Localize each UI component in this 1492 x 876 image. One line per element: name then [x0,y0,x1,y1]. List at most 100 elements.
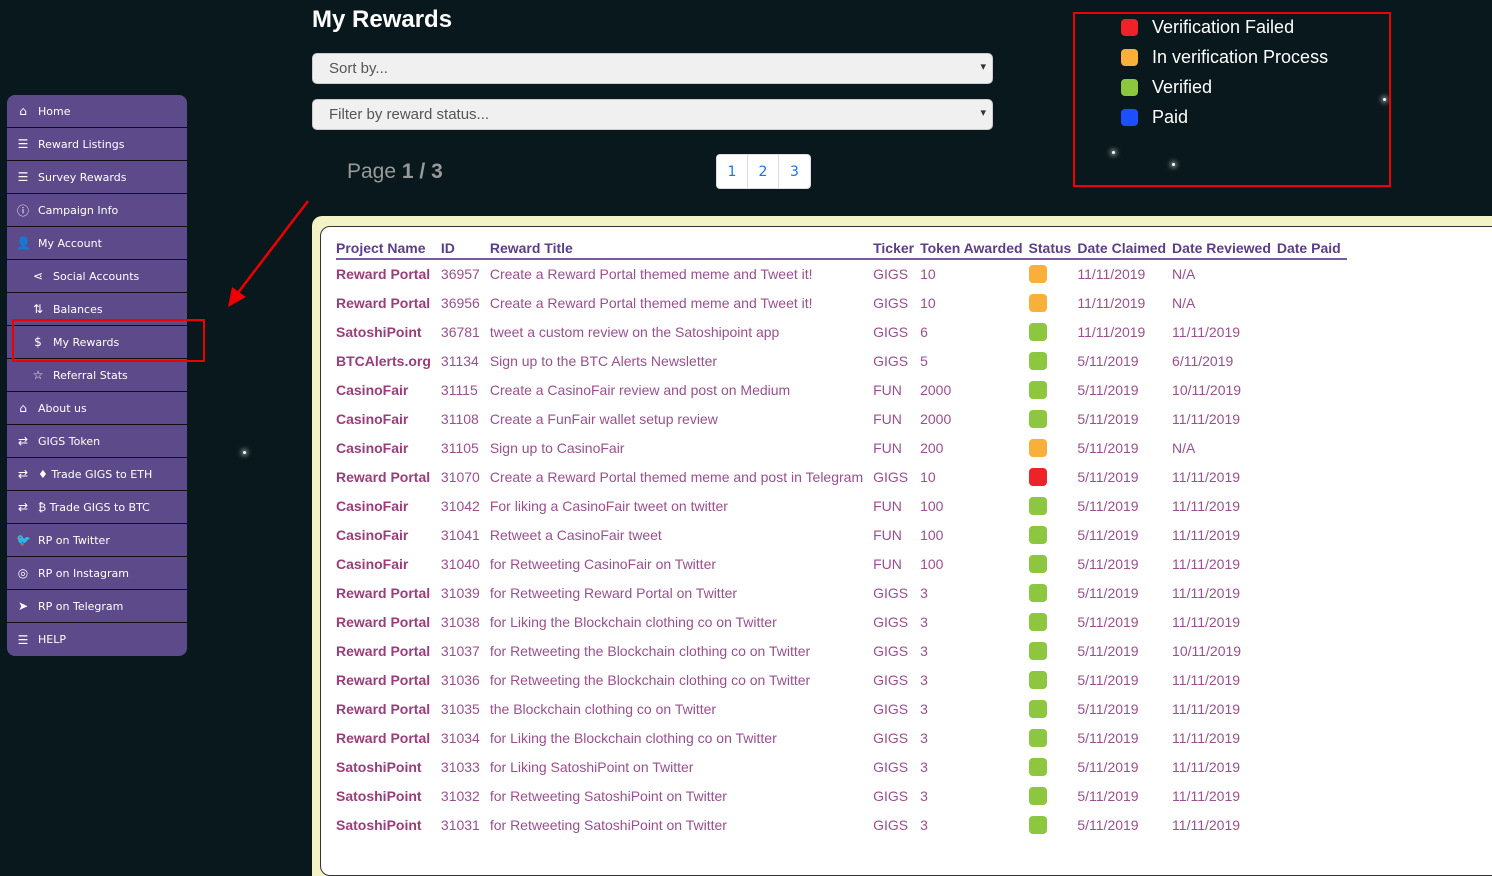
page-button-1[interactable]: 1 [717,155,748,188]
column-header[interactable]: Project Name [336,239,441,260]
sidebar-item-trade-gigs-to-eth[interactable]: ⇄ ♦ Trade GIGS to ETH [7,458,187,491]
token-awarded: 10 [920,266,936,282]
reward-title[interactable]: for Retweeting SatoshiPoint on Twitter [490,781,873,810]
column-header[interactable]: ID [440,239,490,260]
column-header[interactable]: Date Paid [1276,239,1347,260]
project-name[interactable]: CasinoFair [336,375,441,404]
project-name[interactable]: CasinoFair [336,549,441,578]
sidebar-item-campaign-info[interactable]: ⓘ Campaign Info [7,194,187,227]
date-claimed: 5/11/2019 [1077,816,1139,833]
status-cell [1028,433,1078,462]
sidebar-item-rp-on-instagram[interactable]: ◎ RP on Instagram [7,557,187,590]
column-header[interactable]: Date Reviewed [1172,239,1277,260]
reward-title[interactable]: for Liking the Blockchain clothing co on… [490,607,873,636]
rewards-panel: Project Name ID Reward Title Ticker Token Aw… [312,216,1492,876]
column-header[interactable]: Reward Title [489,239,874,260]
ticker: GIGS [873,352,909,369]
reward-id: 31038 [440,613,480,630]
sidebar-item-label: Referral Stats [53,368,128,382]
reward-title[interactable]: Create a Reward Portal themed meme and p… [490,462,873,491]
reward-title[interactable]: for Liking SatoshiPoint on Twitter [490,752,873,781]
sidebar-item-rp-on-twitter[interactable]: 🐦 RP on Twitter [7,524,187,557]
reward-title[interactable]: for Retweeting Reward Portal on Twitter [490,578,873,607]
reward-title[interactable]: for Liking the Blockchain clothing co on… [490,723,873,752]
project-name[interactable]: Reward Portal [336,288,441,317]
date-claimed: 5/11/2019 [1077,555,1139,572]
reward-title[interactable]: Create a Reward Portal themed meme and T… [490,259,873,288]
date-claimed: 5/11/2019 [1077,439,1139,456]
reward-title[interactable]: for Retweeting the Blockchain clothing c… [490,665,873,694]
date-claimed: 5/11/2019 [1077,700,1139,717]
page-button-2[interactable]: 2 [748,155,779,188]
sidebar-item-trade-gigs-to-btc[interactable]: ⇄ ₿ Trade GIGS to BTC [7,491,187,524]
page-title: My Rewards [312,6,453,33]
reward-title[interactable]: For liking a CasinoFair tweet on twitter [490,491,873,520]
column-header[interactable]: Status [1028,239,1078,260]
reward-title[interactable]: Sign up to the BTC Alerts Newsletter [490,346,873,375]
token-awarded: 3 [920,642,928,659]
legend-label: In verification Process [1152,46,1329,67]
project-name[interactable]: CasinoFair [336,433,441,462]
table-row: CasinoFair 31042 For liking a CasinoFair t… [336,491,1347,520]
reward-title[interactable]: Create a CasinoFair review and post on M… [490,375,873,404]
date-paid [1277,288,1347,317]
date-reviewed: 11/11/2019 [1172,729,1241,746]
project-name[interactable]: Reward Portal [336,607,441,636]
project-name[interactable]: Reward Portal [336,259,441,288]
reward-title[interactable]: for Retweeting CasinoFair on Twitter [490,549,873,578]
sort-select[interactable]: Sort by... [312,53,993,84]
status-indicator-verified [1028,351,1047,370]
sidebar-item-my-account[interactable]: 👤 My Account [7,227,187,260]
project-name[interactable]: Reward Portal [336,462,441,491]
reward-title[interactable]: tweet a custom review on the Satoshipoin… [490,317,873,346]
reward-title[interactable]: Sign up to CasinoFair [490,433,873,462]
reward-id: 31041 [440,526,480,543]
reward-title[interactable]: for Retweeting SatoshiPoint on Twitter [490,810,873,839]
reward-title[interactable]: Retweet a CasinoFair tweet [490,520,873,549]
token-awarded: 100 [920,555,944,572]
sidebar-item-social-accounts[interactable]: ⋖ Social Accounts [7,260,187,293]
project-name[interactable]: Reward Portal [336,694,441,723]
column-header[interactable]: Ticker [873,239,921,260]
project-name[interactable]: CasinoFair [336,491,441,520]
filter-status-select[interactable]: Filter by reward status... [312,99,993,130]
date-claimed: 5/11/2019 [1077,584,1139,601]
date-paid [1277,491,1347,520]
project-name[interactable]: Reward Portal [336,636,441,665]
project-name[interactable]: SatoshiPoint [336,317,441,346]
reward-title[interactable]: for Retweeting the Blockchain clothing c… [490,636,873,665]
table-row: SatoshiPoint 31031 for Retweeting SatoshiP… [336,810,1347,839]
reward-title[interactable]: the Blockchain clothing co on Twitter [490,694,873,723]
date-reviewed: N/A [1172,294,1196,311]
table-row: Reward Portal 36956 Create a Reward Portal… [336,288,1347,317]
sidebar-item-help[interactable]: ☰ HELP [7,623,187,656]
table-row: Reward Portal 31038 for Liking the Blockch… [336,607,1347,636]
project-name[interactable]: CasinoFair [336,520,441,549]
date-claimed: 5/11/2019 [1077,352,1139,369]
column-header[interactable]: Date Claimed [1077,239,1173,260]
sidebar-item-home[interactable]: ⌂ Home [7,95,187,128]
reward-title[interactable]: Create a Reward Portal themed meme and T… [490,288,873,317]
project-name[interactable]: CasinoFair [336,404,441,433]
sidebar-item-rp-on-telegram[interactable]: ➤ RP on Telegram [7,590,187,623]
token-awarded: 100 [920,497,944,514]
status-cell [1028,288,1078,317]
page-button-3[interactable]: 3 [779,155,810,188]
project-name[interactable]: Reward Portal [336,665,441,694]
table-row: SatoshiPoint 31032 for Retweeting SatoshiP… [336,781,1347,810]
sidebar-item-survey-rewards[interactable]: ☰ Survey Rewards [7,161,187,194]
project-name[interactable]: Reward Portal [336,578,441,607]
column-header[interactable]: Token Awarded [920,239,1029,260]
sidebar-item-gigs-token[interactable]: ⇄ GIGS Token [7,425,187,458]
sidebar-item-referral-stats[interactable]: ☆ Referral Stats [7,359,187,392]
project-name[interactable]: BTCAlerts.org [336,346,441,375]
project-name[interactable]: Reward Portal [336,723,441,752]
project-name[interactable]: SatoshiPoint [336,810,441,839]
project-name[interactable]: SatoshiPoint [336,752,441,781]
sidebar-item-about-us[interactable]: ⌂ About us [7,392,187,425]
sidebar-item-label: Home [38,104,71,118]
reward-title[interactable]: Create a FunFair wallet setup review [490,404,873,433]
sidebar-item-reward-listings[interactable]: ☰ Reward Listings [7,128,187,161]
annotation-arrow [228,200,309,307]
project-name[interactable]: SatoshiPoint [336,781,441,810]
